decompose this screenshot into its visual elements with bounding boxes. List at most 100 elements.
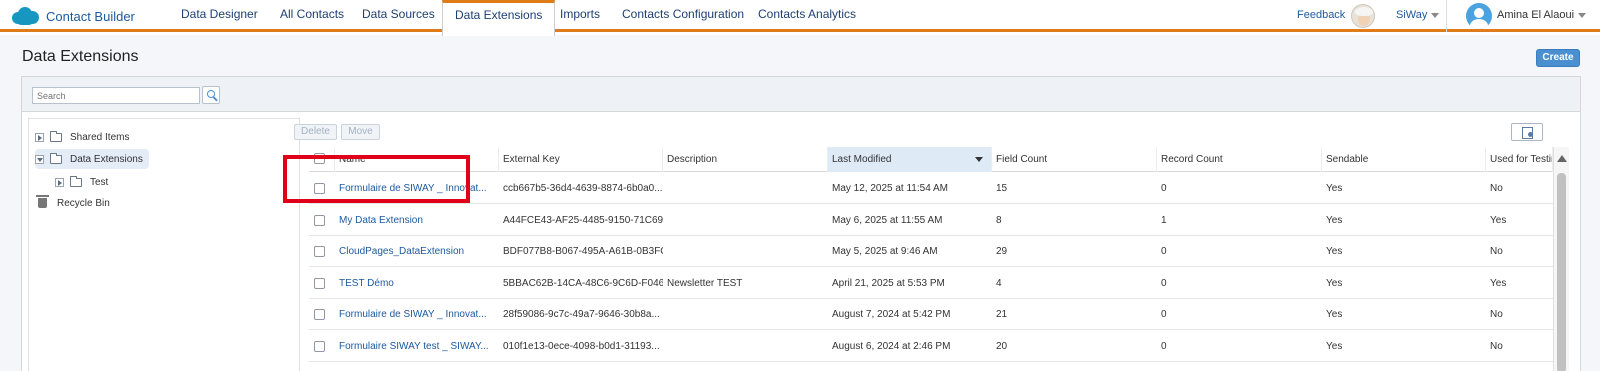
cell-used-for-testing: No	[1490, 340, 1503, 352]
folder-icon	[50, 130, 62, 142]
column-header-external-key[interactable]: External Key	[499, 147, 663, 172]
tab-data-designer[interactable]: Data Designer	[169, 0, 270, 32]
scrollbar-thumb[interactable]	[1557, 173, 1566, 371]
table-row[interactable]: My Data Extension A44FCE43-AF25-4485-9150…	[309, 204, 1553, 236]
user-name: Amina El Alaoui	[1497, 9, 1575, 21]
tab-data-sources[interactable]: Data Sources	[350, 0, 447, 32]
tab-data-extensions[interactable]: Data Extensions	[442, 0, 556, 36]
search-input[interactable]	[32, 87, 200, 104]
row-checkbox[interactable]	[314, 277, 325, 289]
tree-item-shared-items[interactable]: Shared Items	[35, 127, 129, 147]
cell-description: Newsletter TEST	[667, 277, 743, 289]
cell-name-link[interactable]: Formulaire SIWAY test _ SIWAY...	[335, 331, 499, 362]
business-unit-label: SiWay	[1396, 9, 1428, 21]
cell-used-for-testing: No	[1490, 183, 1503, 194]
folder-icon	[70, 175, 82, 187]
column-header-description[interactable]: Description	[663, 147, 828, 172]
cell-description	[663, 299, 828, 330]
tab-imports[interactable]: Imports	[548, 0, 612, 32]
user-menu[interactable]: Amina El Alaoui	[1497, 9, 1587, 21]
move-button[interactable]: Move	[341, 124, 380, 140]
tab-contacts-analytics[interactable]: Contacts Analytics	[746, 0, 868, 32]
feedback-link[interactable]: Feedback	[1297, 9, 1345, 21]
scroll-up-icon[interactable]	[1557, 155, 1567, 162]
cell-name-link[interactable]: Formulaire de SIWAY _ Innovat...	[335, 299, 499, 330]
user-avatar-icon[interactable]	[1466, 3, 1492, 29]
cell-record-count: 0	[1161, 340, 1167, 352]
cell-field-count: 29	[996, 246, 1008, 257]
page-title: Data Extensions	[22, 48, 139, 65]
cell-sendable: Yes	[1326, 214, 1343, 226]
table-row[interactable]: Formulaire de SIWAY _ Innovat... 28f59086…	[309, 299, 1553, 330]
nav-divider	[1446, 0, 1447, 32]
folder-icon	[50, 152, 62, 164]
vertical-scrollbar[interactable]	[1553, 147, 1569, 371]
column-header-used-for-testing[interactable]: Used for Testin	[1486, 147, 1553, 172]
cell-external-key: BDF077B8-B067-495A-A61B-0B3FC...	[503, 246, 663, 257]
table-row[interactable]: TEST Démo 5BBAC62B-14CA-48C6-9C6D-F0462..…	[309, 267, 1553, 299]
tree-item-label: Data Extensions	[70, 153, 143, 165]
cell-name-link[interactable]: My Data Extension	[335, 205, 499, 236]
business-unit-selector[interactable]: SiWay	[1396, 9, 1440, 21]
search-icon	[207, 90, 215, 98]
cell-field-count: 15	[996, 183, 1008, 194]
cell-record-count: 0	[1161, 183, 1167, 194]
tree-item-data-extensions[interactable]: Data Extensions	[35, 149, 149, 169]
data-extensions-panel: Shared Items Data Extensions Test Recycl…	[21, 76, 1581, 371]
delete-button[interactable]: Delete	[294, 124, 337, 140]
app-brand[interactable]: Contact Builder	[10, 6, 135, 26]
column-settings-button[interactable]	[1511, 123, 1543, 141]
cell-used-for-testing: No	[1490, 309, 1503, 320]
row-checkbox[interactable]	[314, 340, 325, 352]
salesforce-cloud-icon	[10, 6, 40, 26]
column-header-last-modified[interactable]: Last Modified	[828, 147, 992, 172]
cell-sendable: Yes	[1326, 277, 1343, 289]
cell-record-count: 0	[1161, 277, 1167, 289]
column-header-sendable[interactable]: Sendable	[1322, 147, 1486, 172]
cell-description	[663, 236, 828, 267]
cell-name-link[interactable]: CloudPages_DataExtension	[335, 236, 499, 267]
table-row[interactable]: Formulaire SIWAY test _ SIWAY... 010f1e13…	[309, 330, 1553, 362]
cell-description	[663, 173, 828, 204]
einstein-avatar-icon[interactable]	[1351, 4, 1375, 28]
cell-description	[663, 331, 828, 362]
trash-icon	[36, 195, 49, 208]
tree-item-recycle-bin[interactable]: Recycle Bin	[36, 193, 110, 213]
cell-name-link[interactable]: TEST Démo	[335, 268, 499, 299]
cell-external-key: 010f1e13-0ece-4098-b0d1-31193...	[503, 340, 660, 352]
chevron-down-icon	[1578, 12, 1587, 18]
cell-description	[663, 205, 828, 236]
tab-all-contacts[interactable]: All Contacts	[268, 0, 356, 32]
cell-used-for-testing: No	[1490, 246, 1503, 257]
create-button[interactable]: Create	[1536, 49, 1580, 67]
row-checkbox[interactable]	[314, 214, 325, 226]
search-button[interactable]	[202, 86, 220, 104]
cell-field-count: 8	[996, 214, 1002, 226]
expand-icon[interactable]	[55, 177, 64, 187]
cell-sendable: Yes	[1326, 340, 1343, 352]
panel-header	[22, 77, 1580, 112]
column-header-record-count[interactable]: Record Count	[1157, 147, 1322, 172]
column-header-label: Last Modified	[832, 154, 892, 165]
cell-last-modified: April 21, 2025 at 5:53 PM	[832, 277, 945, 289]
cell-sendable: Yes	[1326, 246, 1343, 257]
cell-external-key: A44FCE43-AF25-4485-9150-71C69...	[503, 214, 663, 226]
cell-last-modified: August 6, 2024 at 2:46 PM	[832, 340, 951, 352]
collapse-icon[interactable]	[35, 154, 44, 164]
table-header: Name External Key Description Last Modif…	[309, 147, 1553, 172]
expand-icon[interactable]	[35, 132, 44, 142]
row-checkbox[interactable]	[314, 246, 325, 257]
tree-item-test[interactable]: Test	[55, 172, 108, 192]
folder-tree: Shared Items Data Extensions Test Recycl…	[28, 118, 300, 371]
row-checkbox[interactable]	[314, 309, 325, 320]
cell-field-count: 4	[996, 277, 1002, 289]
highlight-box	[283, 155, 470, 203]
tree-item-label: Test	[90, 176, 109, 188]
table-row[interactable]: CloudPages_DataExtension BDF077B8-B067-49…	[309, 236, 1553, 267]
cell-field-count: 20	[996, 340, 1008, 352]
cell-sendable: Yes	[1326, 309, 1343, 320]
tab-contacts-configuration[interactable]: Contacts Configuration	[610, 0, 756, 32]
cell-record-count: 0	[1161, 309, 1167, 320]
column-header-field-count[interactable]: Field Count	[992, 147, 1157, 172]
table-row[interactable]: Formulaire de SIWAY _ Innovat... ccb667b5…	[309, 173, 1553, 204]
